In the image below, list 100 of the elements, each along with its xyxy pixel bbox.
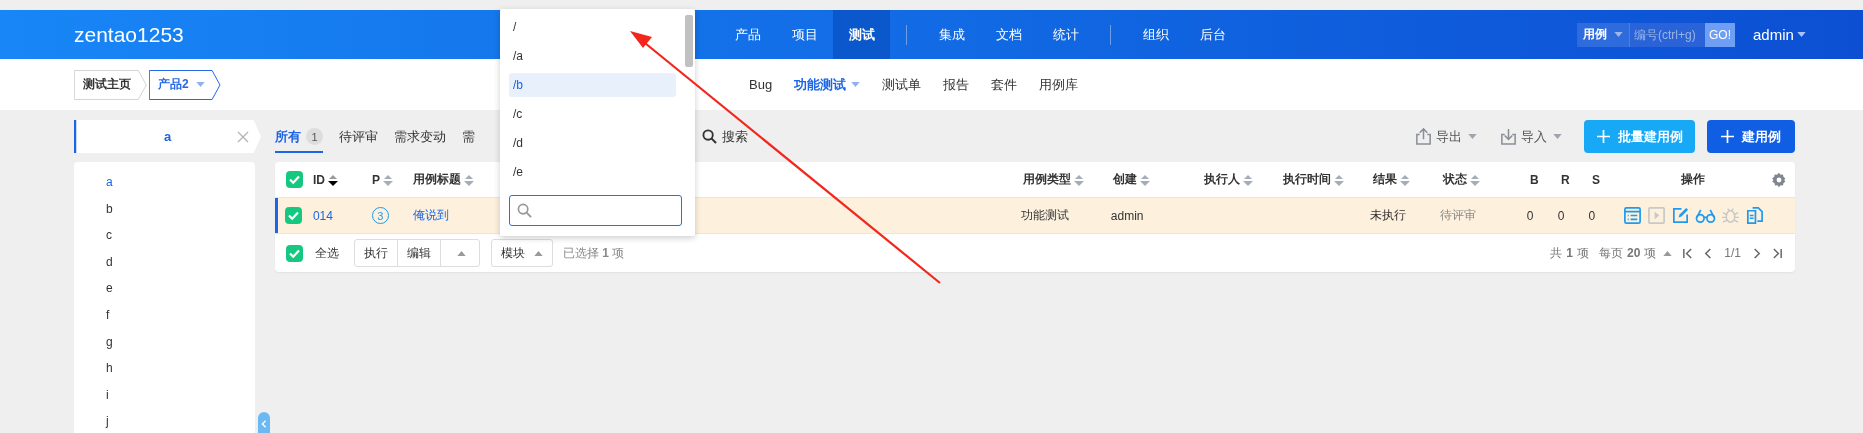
caret-icon[interactable] (1614, 32, 1623, 37)
nav-item[interactable]: 集成 (923, 10, 980, 59)
plus-icon[interactable] (1596, 130, 1610, 143)
subnav-item[interactable]: 功能测试 (794, 75, 861, 94)
table-cell: 功能测试 (1021, 207, 1070, 224)
column-header[interactable]: 创建 (1113, 171, 1137, 188)
nav-item[interactable]: 项目 (776, 10, 833, 59)
menu-item[interactable]: / (509, 15, 676, 39)
table-cell: 未执行 (1370, 207, 1407, 224)
tree-item[interactable]: b (106, 201, 113, 229)
column-header: 操作 (1681, 171, 1705, 188)
search-field[interactable] (509, 195, 682, 226)
search-type-dropdown[interactable]: 用例 (1577, 22, 1630, 47)
last-page-icon[interactable] (1772, 247, 1783, 259)
menu-item[interactable]: /e (509, 160, 676, 184)
tree-item[interactable]: h (106, 361, 113, 388)
tree-item[interactable]: d (106, 254, 113, 282)
nav-item[interactable]: 后台 (1184, 10, 1241, 59)
subnav-item[interactable]: 测试单 (882, 75, 922, 94)
caret-icon[interactable] (1553, 134, 1562, 139)
caret-icon[interactable] (195, 82, 205, 87)
export-icon[interactable] (1414, 127, 1433, 146)
nav-item[interactable]: 统计 (1037, 10, 1094, 59)
column-header[interactable]: 状态 (1443, 171, 1467, 188)
checkbox[interactable] (285, 244, 303, 262)
subnav-item[interactable]: 用例库 (1039, 75, 1079, 94)
column-header[interactable]: 执行人 (1204, 171, 1240, 188)
column-header[interactable]: 执行时间 (1283, 171, 1331, 188)
export-button[interactable]: 导出 (1414, 127, 1477, 146)
scrollbar-thumb[interactable] (685, 15, 693, 67)
search-field[interactable]: 编号(ctrl+g) (1630, 22, 1705, 47)
more-button[interactable] (440, 239, 480, 267)
user-menu[interactable]: admin (1753, 26, 1806, 43)
next-page-icon[interactable] (1751, 247, 1762, 259)
batch-action-button[interactable]: 编辑 (397, 239, 441, 267)
close-icon[interactable] (237, 131, 249, 143)
batch-action-button[interactable]: 执行 (354, 239, 398, 267)
caret-icon[interactable] (1663, 250, 1673, 256)
import-button[interactable]: 导入 (1499, 127, 1562, 146)
caret-icon[interactable] (534, 250, 543, 256)
checkbox[interactable] (285, 171, 303, 188)
search-icon[interactable] (702, 129, 717, 144)
nav-item[interactable]: 组织 (1127, 10, 1184, 59)
filter-tab[interactable]: 待评审 (339, 120, 378, 153)
subnav-item[interactable]: 套件 (991, 75, 1018, 94)
plus-icon[interactable] (1721, 130, 1734, 143)
nav-item[interactable]: 测试 (833, 10, 890, 59)
column-header[interactable]: 结果 (1373, 171, 1397, 188)
selection-count: 已选择 1 项 (563, 244, 625, 262)
tree-item[interactable]: f (106, 307, 110, 335)
module-button[interactable]: 模块 (491, 239, 553, 267)
tree-item[interactable]: g (106, 334, 113, 362)
column-header[interactable]: 用例标题 (413, 171, 461, 188)
caret-icon[interactable] (1796, 32, 1806, 37)
menu-item[interactable]: /b (509, 73, 676, 97)
import-icon[interactable] (1499, 127, 1518, 146)
sort-icon[interactable] (328, 172, 338, 187)
case-id-link[interactable]: 014 (312, 208, 333, 223)
select-all-label[interactable]: 全选 (315, 244, 339, 262)
filter-tab[interactable]: 需求变动 (394, 120, 446, 153)
module-filter[interactable]: a (74, 120, 261, 153)
tree-item[interactable]: e (106, 281, 113, 308)
chevron-left-icon[interactable] (259, 420, 269, 428)
nav-item[interactable]: 产品 (719, 10, 776, 59)
breadcrumb-item[interactable]: 测试主页 (74, 69, 147, 100)
column-header[interactable]: P (372, 172, 380, 187)
collapse-handle[interactable] (258, 412, 270, 433)
filter-tab[interactable]: 需 (462, 120, 475, 153)
menu-item[interactable]: /a (509, 44, 676, 68)
menu-item[interactable]: /c (509, 102, 676, 126)
nav-item[interactable]: 文档 (980, 10, 1037, 59)
tree-item[interactable]: c (106, 228, 112, 255)
checkbox[interactable] (285, 207, 303, 224)
edit-icon[interactable] (1671, 206, 1691, 225)
caret-icon[interactable] (851, 82, 861, 87)
list-icon[interactable] (1623, 206, 1643, 225)
table-cell: 待评审 (1439, 207, 1476, 224)
subnav-item[interactable]: Bug (749, 75, 773, 94)
app-logo[interactable]: zentao1253 (74, 22, 184, 47)
tree-item[interactable]: a (106, 175, 113, 202)
filter-tab[interactable]: 所有 1 (275, 120, 323, 153)
caret-icon[interactable] (1468, 134, 1477, 139)
breadcrumb-item[interactable]: 产品2 (149, 69, 221, 100)
column-header: B (1530, 172, 1539, 187)
tree-item[interactable]: j (106, 414, 109, 433)
caret-icon[interactable] (457, 250, 466, 256)
table-cell: 0 (1588, 208, 1596, 223)
copy-icon[interactable] (1745, 206, 1765, 225)
search-button[interactable]: 搜索 (702, 127, 748, 146)
subnav-item[interactable]: 报告 (943, 75, 970, 94)
create-button[interactable]: 建用例 (1707, 120, 1795, 153)
column-header: S (1592, 172, 1600, 187)
column-header[interactable]: 用例类型 (1023, 171, 1071, 188)
tree-item[interactable]: i (106, 387, 109, 415)
page-size-dropdown[interactable]: 每页 20 项 (1598, 244, 1673, 262)
case-title-link[interactable]: 俺说到 (412, 207, 449, 224)
first-page-icon[interactable] (1682, 247, 1694, 259)
menu-item[interactable]: /d (509, 131, 676, 155)
settings-icon[interactable] (1771, 171, 1787, 188)
column-header[interactable]: ID (313, 172, 325, 187)
